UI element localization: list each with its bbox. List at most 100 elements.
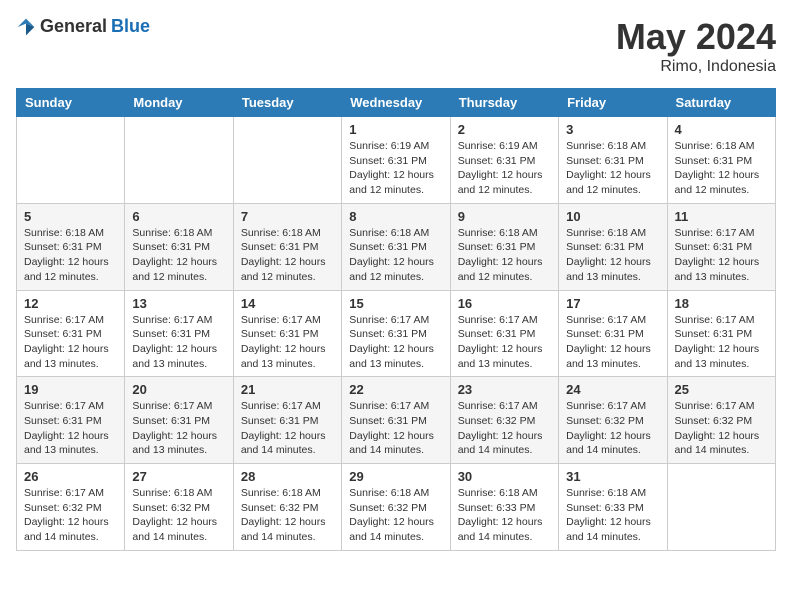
day-number: 1 — [349, 122, 442, 137]
day-info: Sunrise: 6:17 AM Sunset: 6:31 PM Dayligh… — [241, 399, 334, 458]
page-header: GeneralBlue May 2024 Rimo, Indonesia — [16, 16, 776, 76]
day-info: Sunrise: 6:18 AM Sunset: 6:31 PM Dayligh… — [675, 139, 768, 198]
day-info: Sunrise: 6:17 AM Sunset: 6:31 PM Dayligh… — [241, 313, 334, 372]
day-number: 28 — [241, 469, 334, 484]
calendar-cell: 25 Sunrise: 6:17 AM Sunset: 6:32 PM Dayli… — [667, 377, 775, 464]
calendar-cell: 14 Sunrise: 6:17 AM Sunset: 6:31 PM Dayli… — [233, 290, 341, 377]
weekday-header-thursday: Thursday — [450, 89, 558, 117]
day-number: 30 — [458, 469, 551, 484]
logo-text-blue: Blue — [111, 16, 150, 37]
day-info: Sunrise: 6:17 AM Sunset: 6:32 PM Dayligh… — [566, 399, 659, 458]
weekday-header-friday: Friday — [559, 89, 667, 117]
day-info: Sunrise: 6:19 AM Sunset: 6:31 PM Dayligh… — [458, 139, 551, 198]
calendar-cell — [125, 117, 233, 204]
day-number: 16 — [458, 296, 551, 311]
calendar-cell: 18 Sunrise: 6:17 AM Sunset: 6:31 PM Dayli… — [667, 290, 775, 377]
day-info: Sunrise: 6:18 AM Sunset: 6:31 PM Dayligh… — [566, 226, 659, 285]
day-number: 17 — [566, 296, 659, 311]
day-info: Sunrise: 6:18 AM Sunset: 6:31 PM Dayligh… — [566, 139, 659, 198]
calendar-cell: 22Sunrise: 6:17 AM Sunset: 6:31 PM Dayli… — [342, 377, 450, 464]
day-info: Sunrise: 6:17 AM Sunset: 6:32 PM Dayligh… — [458, 399, 551, 458]
calendar-cell: 9 Sunrise: 6:18 AM Sunset: 6:31 PM Daylig… — [450, 203, 558, 290]
day-info: Sunrise: 6:17 AM Sunset: 6:32 PM Dayligh… — [24, 486, 117, 545]
day-info: Sunrise: 6:18 AM Sunset: 6:32 PM Dayligh… — [132, 486, 225, 545]
day-number: 4 — [675, 122, 768, 137]
day-info: Sunrise: 6:18 AM Sunset: 6:33 PM Dayligh… — [458, 486, 551, 545]
calendar-cell: 7 Sunrise: 6:18 AM Sunset: 6:31 PM Daylig… — [233, 203, 341, 290]
day-info: Sunrise: 6:18 AM Sunset: 6:31 PM Dayligh… — [241, 226, 334, 285]
day-info: Sunrise: 6:17 AM Sunset: 6:31 PM Dayligh… — [458, 313, 551, 372]
calendar-cell: 11 Sunrise: 6:17 AM Sunset: 6:31 PM Dayli… — [667, 203, 775, 290]
day-info: Sunrise: 6:17 AM Sunset: 6:31 PM Dayligh… — [132, 399, 225, 458]
logo: GeneralBlue — [16, 16, 150, 37]
calendar-cell — [233, 117, 341, 204]
calendar-cell: 31Sunrise: 6:18 AM Sunset: 6:33 PM Dayli… — [559, 464, 667, 551]
day-info: Sunrise: 6:17 AM Sunset: 6:31 PM Dayligh… — [24, 399, 117, 458]
day-number: 10 — [566, 209, 659, 224]
day-number: 11 — [675, 209, 768, 224]
day-number: 6 — [132, 209, 225, 224]
day-info: Sunrise: 6:18 AM Sunset: 6:31 PM Dayligh… — [132, 226, 225, 285]
day-number: 12 — [24, 296, 117, 311]
calendar-cell: 23 Sunrise: 6:17 AM Sunset: 6:32 PM Dayli… — [450, 377, 558, 464]
day-number: 25 — [675, 382, 768, 397]
day-info: Sunrise: 6:17 AM Sunset: 6:31 PM Dayligh… — [349, 313, 442, 372]
day-number: 31 — [566, 469, 659, 484]
calendar-cell: 13Sunrise: 6:17 AM Sunset: 6:31 PM Dayli… — [125, 290, 233, 377]
day-number: 2 — [458, 122, 551, 137]
day-number: 21 — [241, 382, 334, 397]
calendar-week-row: 26 Sunrise: 6:17 AM Sunset: 6:32 PM Dayli… — [17, 464, 776, 551]
calendar-cell: 29 Sunrise: 6:18 AM Sunset: 6:32 PM Dayli… — [342, 464, 450, 551]
calendar-cell: 24 Sunrise: 6:17 AM Sunset: 6:32 PM Dayli… — [559, 377, 667, 464]
location-subtitle: Rimo, Indonesia — [616, 58, 776, 76]
weekday-header-tuesday: Tuesday — [233, 89, 341, 117]
day-number: 7 — [241, 209, 334, 224]
day-number: 18 — [675, 296, 768, 311]
day-number: 8 — [349, 209, 442, 224]
calendar-cell: 26 Sunrise: 6:17 AM Sunset: 6:32 PM Dayli… — [17, 464, 125, 551]
month-year-title: May 2024 — [616, 16, 776, 58]
weekday-header-sunday: Sunday — [17, 89, 125, 117]
calendar-cell: 10 Sunrise: 6:18 AM Sunset: 6:31 PM Dayli… — [559, 203, 667, 290]
day-number: 5 — [24, 209, 117, 224]
calendar-cell: 6 Sunrise: 6:18 AM Sunset: 6:31 PM Daylig… — [125, 203, 233, 290]
calendar-cell: 20 Sunrise: 6:17 AM Sunset: 6:31 PM Dayli… — [125, 377, 233, 464]
day-info: Sunrise: 6:18 AM Sunset: 6:31 PM Dayligh… — [458, 226, 551, 285]
day-number: 15 — [349, 296, 442, 311]
logo-icon — [16, 17, 36, 37]
calendar-cell: 3 Sunrise: 6:18 AM Sunset: 6:31 PM Daylig… — [559, 117, 667, 204]
day-info: Sunrise: 6:17 AM Sunset: 6:31 PM Dayligh… — [675, 226, 768, 285]
day-info: Sunrise: 6:18 AM Sunset: 6:31 PM Dayligh… — [24, 226, 117, 285]
day-info: Sunrise: 6:19 AM Sunset: 6:31 PM Dayligh… — [349, 139, 442, 198]
weekday-header-wednesday: Wednesday — [342, 89, 450, 117]
day-info: Sunrise: 6:17 AM Sunset: 6:32 PM Dayligh… — [675, 399, 768, 458]
weekday-header-row: SundayMondayTuesdayWednesdayThursdayFrid… — [17, 89, 776, 117]
day-number: 27 — [132, 469, 225, 484]
day-number: 22 — [349, 382, 442, 397]
weekday-header-monday: Monday — [125, 89, 233, 117]
day-info: Sunrise: 6:17 AM Sunset: 6:31 PM Dayligh… — [132, 313, 225, 372]
day-number: 24 — [566, 382, 659, 397]
calendar-cell: 8Sunrise: 6:18 AM Sunset: 6:31 PM Daylig… — [342, 203, 450, 290]
day-info: Sunrise: 6:18 AM Sunset: 6:32 PM Dayligh… — [349, 486, 442, 545]
day-number: 19 — [24, 382, 117, 397]
day-number: 20 — [132, 382, 225, 397]
day-number: 26 — [24, 469, 117, 484]
calendar-cell: 15 Sunrise: 6:17 AM Sunset: 6:31 PM Dayli… — [342, 290, 450, 377]
day-info: Sunrise: 6:17 AM Sunset: 6:31 PM Dayligh… — [24, 313, 117, 372]
calendar-week-row: 19 Sunrise: 6:17 AM Sunset: 6:31 PM Dayli… — [17, 377, 776, 464]
day-number: 14 — [241, 296, 334, 311]
day-info: Sunrise: 6:18 AM Sunset: 6:32 PM Dayligh… — [241, 486, 334, 545]
calendar-week-row: 5 Sunrise: 6:18 AM Sunset: 6:31 PM Daylig… — [17, 203, 776, 290]
calendar-cell: 30 Sunrise: 6:18 AM Sunset: 6:33 PM Dayli… — [450, 464, 558, 551]
calendar-cell: 2 Sunrise: 6:19 AM Sunset: 6:31 PM Daylig… — [450, 117, 558, 204]
day-number: 29 — [349, 469, 442, 484]
calendar-cell — [17, 117, 125, 204]
weekday-header-saturday: Saturday — [667, 89, 775, 117]
day-number: 23 — [458, 382, 551, 397]
day-number: 3 — [566, 122, 659, 137]
day-info: Sunrise: 6:17 AM Sunset: 6:31 PM Dayligh… — [675, 313, 768, 372]
calendar-cell — [667, 464, 775, 551]
day-number: 9 — [458, 209, 551, 224]
calendar-cell: 12 Sunrise: 6:17 AM Sunset: 6:31 PM Dayli… — [17, 290, 125, 377]
